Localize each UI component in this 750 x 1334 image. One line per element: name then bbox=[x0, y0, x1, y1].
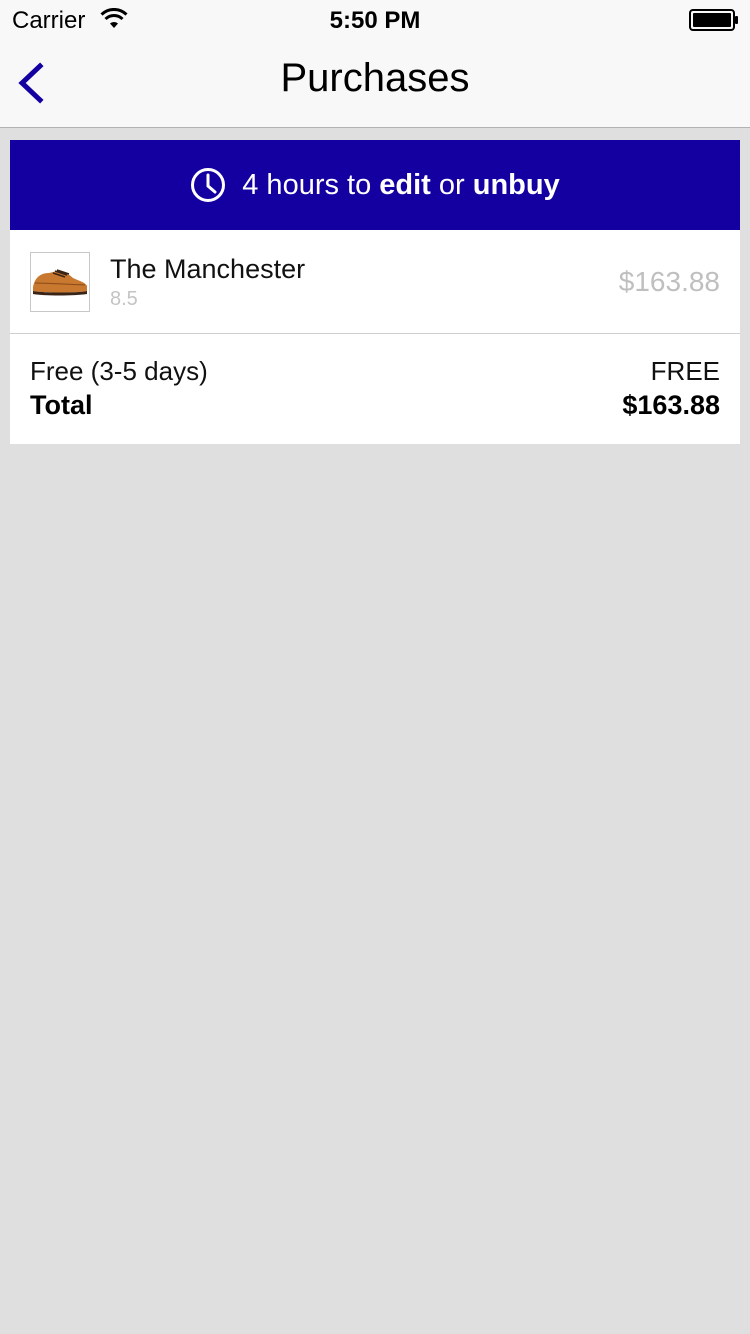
unbuy-link[interactable]: unbuy bbox=[473, 169, 560, 201]
total-value: $163.88 bbox=[622, 390, 720, 420]
order-summary: Free (3-5 days) FREE Total $163.88 bbox=[10, 334, 740, 444]
status-bar: Carrier 5:50 PM bbox=[0, 0, 750, 40]
list-item[interactable]: The Manchester 8.5 $163.88 bbox=[10, 230, 740, 334]
shoe-icon bbox=[33, 269, 87, 296]
status-time: 5:50 PM bbox=[329, 7, 421, 34]
product-name: The Manchester bbox=[110, 254, 306, 284]
banner-middle: or bbox=[430, 168, 473, 201]
clock-icon bbox=[191, 168, 226, 202]
banner-prefix: 4 hours to bbox=[242, 168, 380, 201]
product-size: 8.5 bbox=[110, 288, 138, 310]
navigation-bar: Purchases bbox=[0, 40, 750, 128]
shipping-label: Free (3-5 days) bbox=[30, 356, 208, 386]
edit-link[interactable]: edit bbox=[379, 169, 431, 201]
edit-unbuy-banner[interactable]: 4 hours to edit or unbuy bbox=[10, 140, 740, 230]
product-price: $163.88 bbox=[618, 266, 720, 297]
battery-icon bbox=[689, 9, 738, 31]
total-label: Total bbox=[30, 390, 93, 420]
banner-text: 4 hours to edit or unbuy bbox=[242, 169, 560, 202]
shipping-value: FREE bbox=[650, 356, 720, 386]
product-thumbnail bbox=[30, 252, 90, 312]
purchase-card: 4 hours to edit or unbuy The Manchester … bbox=[10, 140, 740, 444]
page-title: Purchases bbox=[280, 56, 470, 100]
